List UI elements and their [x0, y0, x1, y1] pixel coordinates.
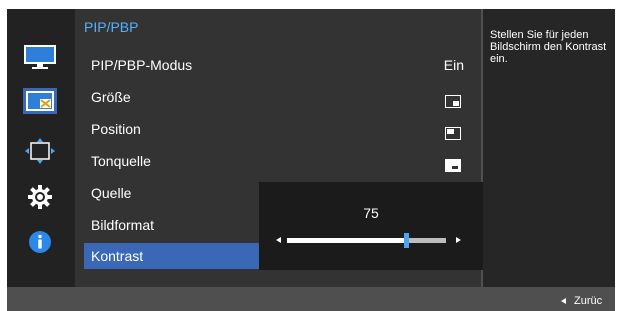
menu-item-label: Größe: [91, 89, 131, 105]
left-arrow-icon[interactable]: [276, 237, 281, 243]
menu-item-label: Tonquelle: [91, 153, 151, 169]
sidebar: [7, 9, 75, 287]
menu-item-value: Ein: [443, 57, 464, 73]
position-icon: [445, 122, 461, 140]
menu-item-position[interactable]: Position: [84, 116, 474, 142]
menu-item-contrast[interactable]: Kontrast: [84, 243, 259, 269]
help-panel: Stellen Sie für jeden Bildschirm den Kon…: [483, 9, 615, 287]
slider-value: 75: [363, 205, 379, 221]
sound-source-icon: [445, 154, 461, 172]
info-icon[interactable]: [23, 229, 57, 255]
menu-title: PIP/PBP: [84, 19, 139, 35]
back-arrow-icon: [561, 298, 566, 305]
footer-bar: [7, 287, 615, 311]
gear-icon[interactable]: [23, 184, 57, 210]
menu-item-label: Kontrast: [91, 248, 144, 264]
menu-item-size[interactable]: Größe: [84, 84, 474, 110]
contrast-slider[interactable]: [287, 233, 446, 248]
monitor-icon[interactable]: [23, 44, 57, 70]
menu-item-sound-source[interactable]: Tonquelle: [84, 148, 474, 174]
move-arrows-icon[interactable]: [23, 138, 57, 164]
size-icon: [445, 90, 461, 108]
contrast-slider-popup: 75: [259, 182, 483, 270]
menu-item-label: Position: [91, 121, 141, 137]
menu-item-label: Quelle: [91, 185, 132, 201]
back-label: Zurüc: [574, 295, 603, 307]
back-button[interactable]: Zurüc: [561, 294, 602, 308]
slider-thumb[interactable]: [404, 233, 409, 248]
menu-item-label: PIP/PBP-Modus: [91, 57, 193, 73]
help-text: Stellen Sie für jeden Bildschirm den Kon…: [490, 29, 607, 65]
pip-icon[interactable]: [23, 88, 57, 114]
menu-item-pip-pbp-mode[interactable]: PIP/PBP-Modus Ein: [84, 52, 474, 78]
menu-item-label: Bildformat: [91, 217, 155, 233]
slider-fill: [287, 238, 406, 243]
right-arrow-icon[interactable]: [456, 237, 461, 243]
osd-window: PIP/PBP PIP/PBP-Modus Ein Größe Position: [7, 9, 615, 311]
